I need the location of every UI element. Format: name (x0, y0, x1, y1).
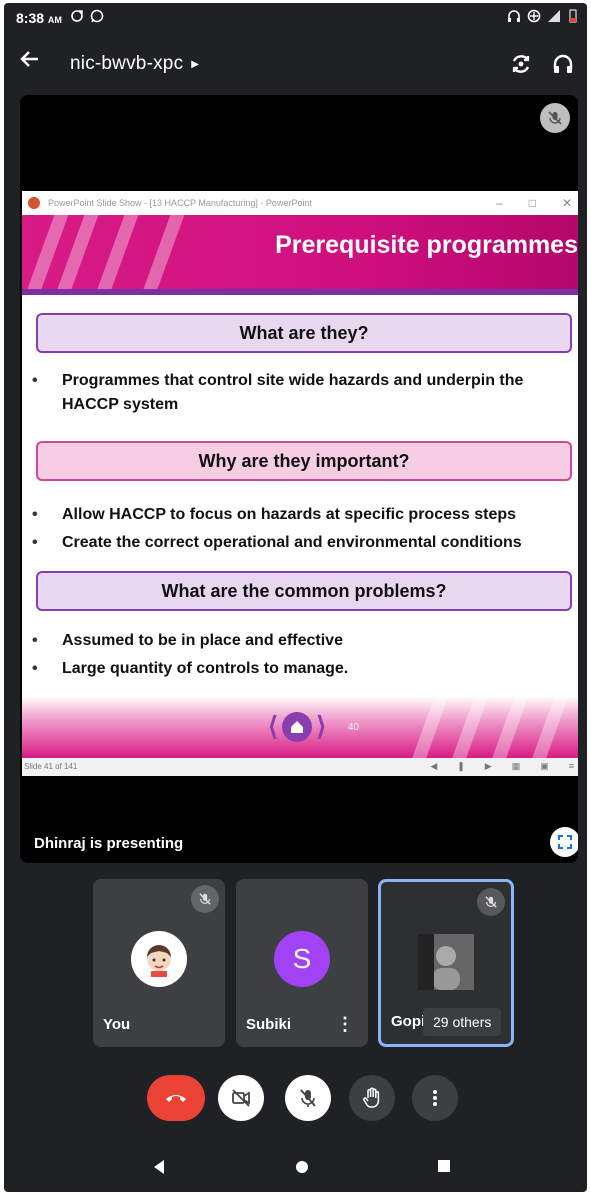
section-heading: What are the common problems? (36, 571, 572, 611)
avatar (418, 934, 474, 990)
hand-icon (363, 1087, 380, 1108)
participant-tile-subiki[interactable]: S Subiki ⋮ (236, 879, 368, 1047)
signal-icon (548, 10, 560, 22)
cartoon-avatar-icon (147, 945, 171, 977)
participant-name: You (103, 1016, 131, 1033)
switch-camera-button[interactable] (504, 47, 538, 81)
muted-indicator (191, 885, 219, 913)
home-icon (282, 711, 313, 742)
status-bar: 8:38 AM (4, 3, 587, 33)
zoom-icon: ▣ (540, 761, 549, 771)
bullet-item: Assumed to be in place and effective (32, 629, 552, 653)
camera-toggle-button[interactable] (218, 1075, 264, 1121)
more-vert-icon (433, 1090, 437, 1106)
shared-slide: PowerPoint Slide Show - [13 HACCP Manufa… (22, 191, 578, 776)
powerpoint-icon (28, 197, 40, 209)
slide-title: Prerequisite programmes (275, 231, 578, 259)
bullet-item: Programmes that control site wide hazard… (32, 369, 552, 417)
slide-counter: Slide 41 of 141 (24, 762, 78, 771)
meet-screen: 8:38 AM nic-bwvb-xpc ▶ PowerPoint Slide … (4, 3, 587, 1192)
pause-icon: ❚ (457, 761, 465, 771)
menu-icon: ≡ (568, 761, 574, 771)
audio-output-button[interactable] (546, 47, 580, 81)
prev-icon: ◀ (430, 761, 438, 771)
next-icon: ▶ (484, 761, 492, 771)
participant-name: Subiki (246, 1016, 292, 1033)
meeting-code: nic-bwvb-xpc (70, 53, 184, 74)
grid-icon: ▦ (511, 761, 521, 771)
presenter-label: Dhinraj is presenting (34, 835, 184, 852)
mic-off-icon (548, 111, 562, 125)
meeting-header: nic-bwvb-xpc ▶ (4, 41, 587, 85)
slide-number: 40 (348, 722, 360, 733)
mic-toggle-button[interactable] (285, 1075, 331, 1121)
bullet-list: Programmes that control site wide hazard… (32, 369, 552, 417)
nav-back-button[interactable] (152, 1159, 166, 1180)
more-options-icon[interactable]: ⋮ (336, 1014, 354, 1035)
muted-indicator (477, 888, 505, 916)
switch-camera-icon (512, 55, 530, 73)
slide-title-banner: Prerequisite programmes (22, 215, 578, 289)
avatar: S (274, 931, 330, 987)
data-saver-icon (527, 9, 541, 23)
home-circle-icon (296, 1161, 308, 1173)
profile-photo-icon (418, 934, 474, 990)
avatar (131, 931, 187, 987)
participant-tile-gopi[interactable]: Gopi 29 others (378, 879, 514, 1047)
maximize-icon: □ (528, 196, 536, 210)
nav-home-button[interactable] (294, 1159, 310, 1180)
bullet-list: Assumed to be in place and effective Lar… (32, 629, 552, 681)
section-heading: What are they? (36, 313, 572, 353)
slideshow-window-bar: PowerPoint Slide Show - [13 HACCP Manufa… (22, 191, 578, 215)
presenter-muted-indicator (540, 103, 570, 133)
window-title: PowerPoint Slide Show - [13 HACCP Manufa… (48, 198, 312, 208)
sync-icon (71, 10, 83, 22)
participant-name: Gopi (391, 1013, 426, 1030)
chevron-right-icon: ▶ (191, 58, 200, 70)
section-heading: Why are they important? (36, 441, 572, 481)
minimize-icon: – (496, 196, 503, 210)
headphones-icon (508, 10, 520, 22)
back-triangle-icon (154, 1160, 164, 1174)
mic-off-icon (485, 896, 497, 908)
mic-off-icon (300, 1089, 316, 1107)
presentation-tile[interactable]: PowerPoint Slide Show - [13 HACCP Manufa… (20, 95, 578, 863)
status-time: 8:38 AM (16, 10, 62, 26)
raise-hand-button[interactable] (349, 1075, 395, 1121)
end-call-button[interactable] (147, 1075, 205, 1121)
chevron-left-icon: ⟨ (268, 711, 279, 741)
recents-square-icon (438, 1160, 450, 1172)
mic-off-icon (199, 893, 211, 905)
fullscreen-icon (558, 835, 572, 849)
nav-recents-button[interactable] (437, 1159, 451, 1178)
bullet-list: Allow HACCP to focus on hazards at speci… (32, 503, 552, 555)
more-options-button[interactable] (412, 1075, 458, 1121)
slideshow-status-bar: Slide 41 of 141 ◀ ❚ ▶ ▦ ▣ ≡ (22, 758, 578, 776)
hang-up-icon (166, 1095, 186, 1102)
others-count-badge[interactable]: 29 others (423, 1008, 502, 1036)
bullet-item: Large quantity of controls to manage. (32, 657, 552, 681)
bullet-item: Allow HACCP to focus on hazards at speci… (32, 503, 552, 527)
participant-tile-you[interactable]: You (93, 879, 225, 1047)
fullscreen-button[interactable] (550, 827, 578, 857)
divider (22, 289, 578, 295)
chevron-right-icon: ⟩ (316, 711, 327, 741)
android-navigation-bar (4, 1143, 587, 1189)
videocam-off-icon (232, 1089, 250, 1107)
bullet-item: Create the correct operational and envir… (32, 531, 552, 555)
whatsapp-icon (90, 9, 104, 23)
arrow-back-icon (20, 51, 38, 67)
slide-footer: ⟨ ⟩ 40 (22, 696, 578, 758)
headphones-icon (553, 54, 573, 73)
battery-icon (569, 9, 577, 23)
back-button[interactable] (18, 47, 54, 79)
meeting-code-button[interactable]: nic-bwvb-xpc ▶ (70, 53, 199, 75)
close-icon: ✕ (561, 196, 572, 210)
